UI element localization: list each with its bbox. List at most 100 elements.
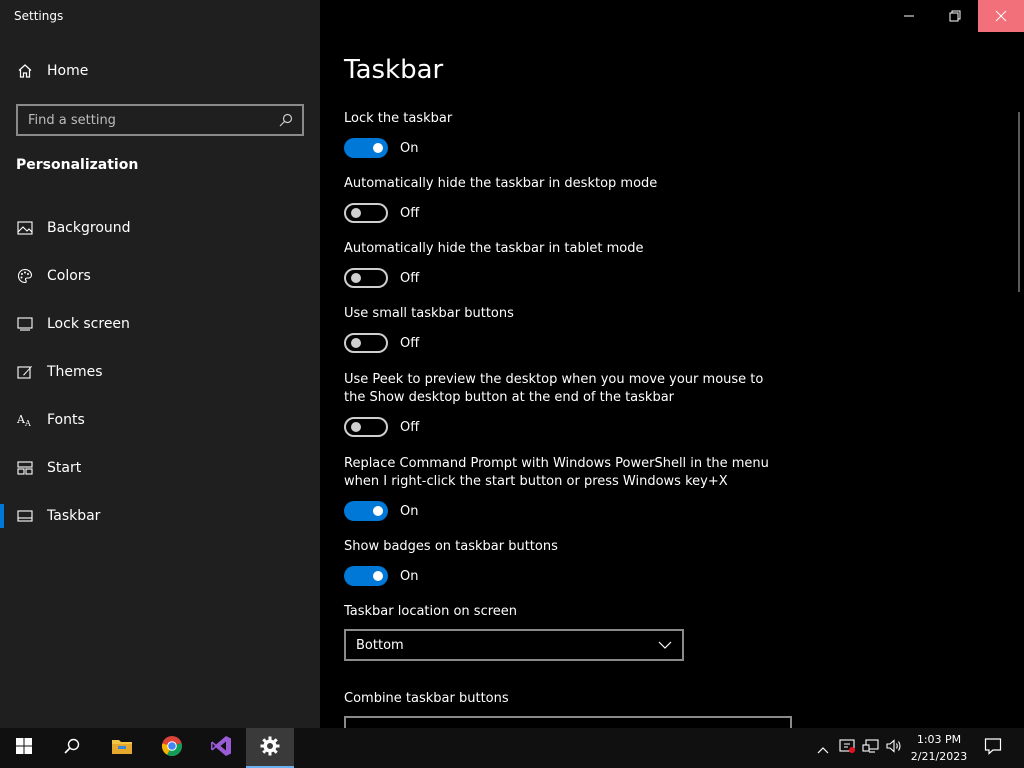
clock-date: 2/21/2023 (910, 750, 968, 763)
powershell-toggle[interactable] (344, 501, 388, 521)
sidebar-item-lock-screen[interactable]: Lock screen (0, 300, 320, 348)
sidebar-item-fonts[interactable]: AA Fonts (0, 396, 320, 444)
toggle-state: On (400, 503, 419, 519)
sidebar-item-label: Fonts (47, 412, 85, 428)
chevron-down-icon (658, 638, 672, 653)
taskbar-clock[interactable]: 1:03 PM 2/21/2023 (906, 731, 972, 765)
toggle-state: On (400, 140, 419, 156)
network-tray-button[interactable] (859, 728, 883, 768)
toggle-state: Off (400, 335, 420, 351)
page-title: Taskbar (344, 55, 444, 85)
file-explorer-button[interactable] (98, 728, 146, 768)
volume-icon (885, 738, 903, 758)
location-dropdown[interactable]: Bottom (344, 629, 684, 661)
network-icon (862, 738, 880, 758)
file-explorer-icon (111, 737, 133, 759)
minimize-icon (903, 7, 915, 26)
sidebar: Settings Home Personalization Background… (0, 0, 320, 728)
volume-tray-button[interactable] (882, 728, 906, 768)
picture-icon (16, 219, 34, 237)
setting-small-buttons: Use small taskbar buttons Off (344, 305, 784, 353)
action-center-button[interactable] (976, 728, 1010, 768)
sidebar-item-label: Lock screen (47, 316, 130, 332)
chrome-icon (161, 735, 183, 761)
defender-icon (838, 738, 856, 758)
autohide-tablet-toggle[interactable] (344, 268, 388, 288)
setting-label: Show badges on taskbar buttons (344, 539, 558, 554)
chevron-up-icon (817, 739, 829, 758)
combine-label: Combine taskbar buttons (344, 691, 509, 706)
lock-screen-icon (16, 315, 34, 333)
palette-icon (16, 267, 34, 285)
lock-taskbar-toggle[interactable] (344, 138, 388, 158)
minimize-button[interactable] (886, 0, 932, 32)
sidebar-item-label: Colors (47, 268, 91, 284)
svg-text:A: A (24, 419, 31, 428)
location-label: Taskbar location on screen (344, 604, 518, 619)
setting-label: Use Peek to preview the desktop when you… (344, 372, 764, 405)
search-box[interactable] (16, 104, 304, 136)
search-input[interactable] (28, 112, 278, 128)
sidebar-nav: Background Colors Lock screen Themes AA … (0, 204, 320, 540)
sidebar-item-themes[interactable]: Themes (0, 348, 320, 396)
combine-dropdown[interactable] (344, 716, 792, 728)
home-icon (16, 62, 34, 80)
setting-combine: Combine taskbar buttons (344, 690, 784, 708)
setting-badges: Show badges on taskbar buttons On (344, 538, 784, 586)
search-icon (64, 738, 80, 758)
section-title: Personalization (16, 157, 139, 173)
badges-toggle[interactable] (344, 566, 388, 586)
setting-label: Automatically hide the taskbar in deskto… (344, 176, 658, 191)
close-button[interactable] (978, 0, 1024, 32)
sidebar-home[interactable]: Home (16, 62, 88, 80)
setting-label: Lock the taskbar (344, 111, 453, 126)
restore-button[interactable] (932, 0, 978, 32)
setting-powershell: Replace Command Prompt with Windows Powe… (344, 455, 784, 521)
search-icon[interactable] (278, 112, 294, 128)
setting-peek: Use Peek to preview the desktop when you… (344, 371, 784, 437)
small-buttons-toggle[interactable] (344, 333, 388, 353)
setting-label: Replace Command Prompt with Windows Powe… (344, 456, 769, 489)
close-icon (995, 7, 1007, 26)
setting-lock-taskbar: Lock the taskbar On (344, 110, 784, 158)
toggle-state: Off (400, 270, 420, 286)
show-hidden-icons-button[interactable] (811, 728, 835, 768)
setting-autohide-tablet: Automatically hide the taskbar in tablet… (344, 240, 784, 288)
visual-studio-button[interactable] (197, 728, 245, 768)
sidebar-item-label: Themes (47, 364, 103, 380)
sidebar-item-colors[interactable]: Colors (0, 252, 320, 300)
setting-location: Taskbar location on screen (344, 603, 784, 621)
toggle-state: On (400, 568, 419, 584)
taskbar-search-button[interactable] (48, 728, 96, 768)
toggle-state: Off (400, 419, 420, 435)
action-center-icon (984, 737, 1002, 759)
start-button[interactable] (0, 728, 48, 768)
sidebar-item-start[interactable]: Start (0, 444, 320, 492)
settings-gear-icon (260, 736, 280, 760)
sidebar-item-label: Start (47, 460, 82, 476)
visual-studio-icon (210, 735, 232, 761)
app-title: Settings (14, 9, 64, 23)
chrome-button[interactable] (148, 728, 196, 768)
home-label: Home (47, 63, 89, 79)
sidebar-item-taskbar[interactable]: Taskbar (0, 492, 320, 540)
toggle-state: Off (400, 205, 420, 221)
main-content: Taskbar Lock the taskbar On Automaticall… (320, 0, 1024, 728)
setting-autohide-desktop: Automatically hide the taskbar in deskto… (344, 175, 784, 223)
sidebar-item-background[interactable]: Background (0, 204, 320, 252)
location-value: Bottom (356, 637, 404, 653)
setting-label: Use small taskbar buttons (344, 306, 514, 321)
start-icon (16, 459, 34, 477)
windows-start-icon (16, 738, 32, 758)
autohide-desktop-toggle[interactable] (344, 203, 388, 223)
restore-icon (949, 7, 961, 26)
fonts-icon: AA (16, 411, 34, 429)
defender-tray-button[interactable] (835, 728, 859, 768)
windows-taskbar: 1:03 PM 2/21/2023 (0, 728, 1024, 768)
scrollbar[interactable] (1018, 112, 1020, 292)
peek-toggle[interactable] (344, 417, 388, 437)
themes-icon (16, 363, 34, 381)
setting-label: Automatically hide the taskbar in tablet… (344, 241, 644, 256)
settings-app-button[interactable] (246, 728, 294, 768)
sidebar-item-label: Taskbar (47, 508, 101, 524)
